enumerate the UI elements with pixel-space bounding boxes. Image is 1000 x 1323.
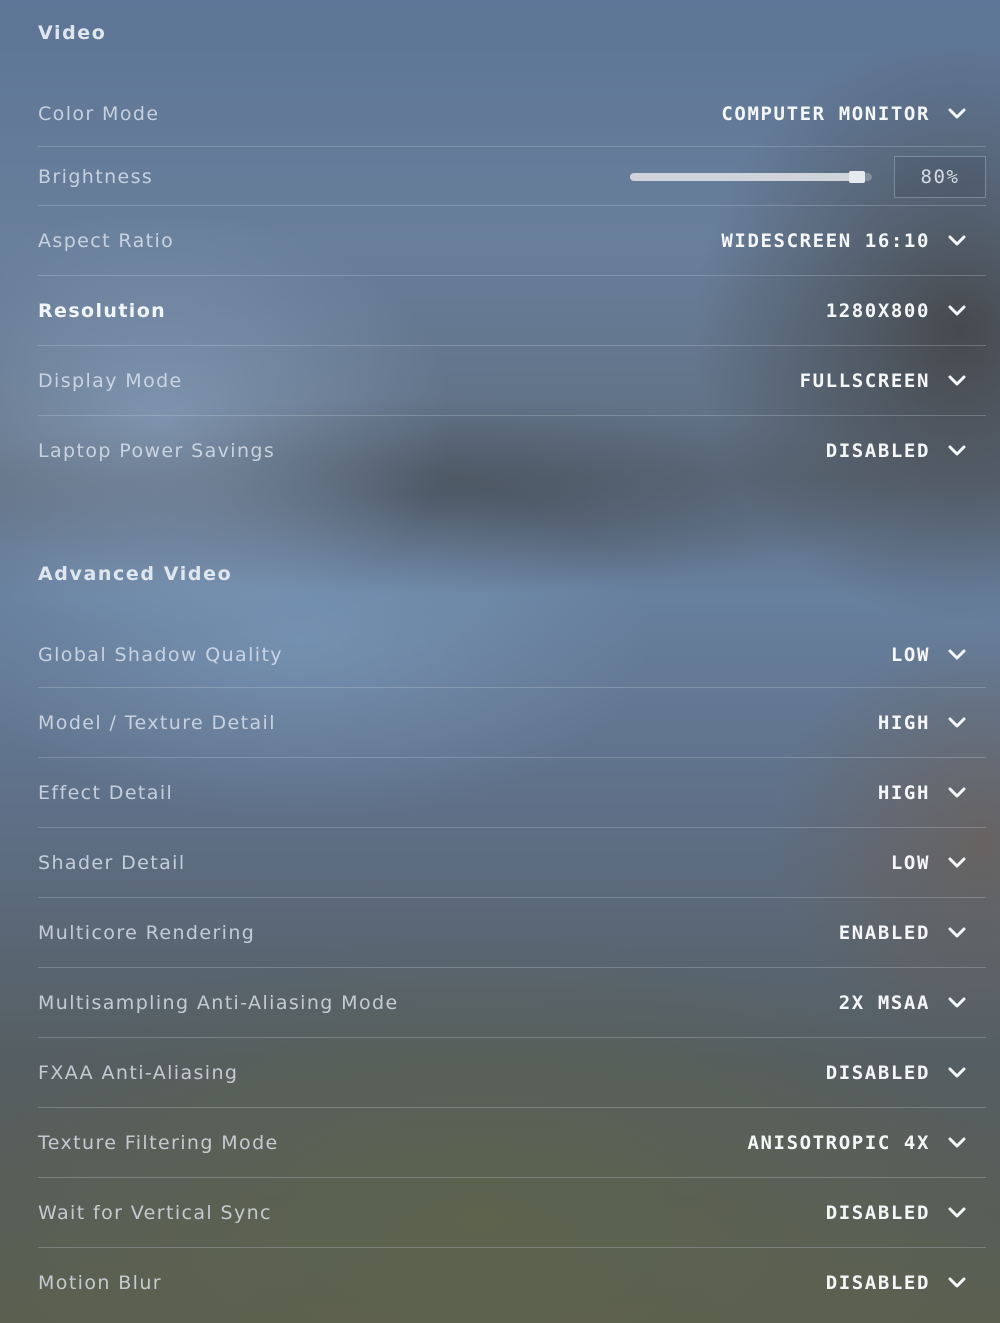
slider-fill bbox=[630, 173, 865, 181]
effect-detail-dropdown[interactable]: HIGH bbox=[878, 782, 986, 804]
setting-label: Multicore Rendering bbox=[38, 922, 256, 944]
vsync-dropdown[interactable]: DISABLED bbox=[826, 1202, 986, 1224]
dropdown-value: WIDESCREEN 16:10 bbox=[721, 230, 930, 252]
setting-label: Color Mode bbox=[38, 103, 160, 125]
section-title-video: Video bbox=[38, 22, 107, 44]
dropdown-value: FULLSCREEN bbox=[799, 370, 930, 392]
setting-label: Shader Detail bbox=[38, 852, 186, 874]
setting-label: Global Shadow Quality bbox=[38, 644, 283, 666]
chevron-down-icon bbox=[948, 108, 966, 119]
setting-row-vsync: Wait for Vertical Sync DISABLED bbox=[38, 1178, 986, 1248]
setting-row-model-texture-detail: Model / Texture Detail HIGH bbox=[38, 688, 986, 758]
setting-row-color-mode: Color Mode COMPUTER MONITOR bbox=[38, 81, 986, 147]
chevron-down-icon bbox=[948, 1137, 966, 1148]
setting-label: Aspect Ratio bbox=[38, 230, 175, 252]
section-title-advanced-video: Advanced Video bbox=[38, 563, 233, 585]
msaa-mode-dropdown[interactable]: 2X MSAA bbox=[839, 992, 986, 1014]
chevron-down-icon bbox=[948, 1067, 966, 1078]
brightness-control: 80% bbox=[630, 156, 986, 198]
setting-label: Wait for Vertical Sync bbox=[38, 1202, 272, 1224]
dropdown-value: DISABLED bbox=[825, 1202, 930, 1224]
fxaa-dropdown[interactable]: DISABLED bbox=[826, 1062, 986, 1084]
setting-row-aspect-ratio: Aspect Ratio WIDESCREEN 16:10 bbox=[38, 206, 986, 276]
setting-row-texture-filtering: Texture Filtering Mode ANISOTROPIC 4X bbox=[38, 1108, 986, 1178]
dropdown-value: DISABLED bbox=[825, 1062, 930, 1084]
setting-label: Laptop Power Savings bbox=[38, 440, 276, 462]
color-mode-dropdown[interactable]: COMPUTER MONITOR bbox=[721, 103, 986, 125]
setting-row-laptop-power-savings: Laptop Power Savings DISABLED bbox=[38, 416, 986, 486]
dropdown-value: COMPUTER MONITOR bbox=[721, 103, 930, 125]
chevron-down-icon bbox=[948, 375, 966, 386]
setting-label: Display Mode bbox=[38, 370, 183, 392]
setting-row-brightness: Brightness 80% bbox=[38, 148, 986, 206]
aspect-ratio-dropdown[interactable]: WIDESCREEN 16:10 bbox=[721, 230, 986, 252]
multicore-rendering-dropdown[interactable]: ENABLED bbox=[839, 922, 986, 944]
dropdown-value: ANISOTROPIC 4X bbox=[747, 1132, 930, 1154]
setting-label: FXAA Anti-Aliasing bbox=[38, 1062, 239, 1084]
dropdown-value: 2X MSAA bbox=[838, 992, 930, 1014]
setting-label: Effect Detail bbox=[38, 782, 174, 804]
setting-row-resolution: Resolution 1280X800 bbox=[38, 276, 986, 346]
motion-blur-dropdown[interactable]: DISABLED bbox=[826, 1272, 986, 1294]
brightness-slider[interactable] bbox=[630, 171, 872, 183]
chevron-down-icon bbox=[948, 649, 966, 660]
setting-label: Resolution bbox=[38, 300, 167, 322]
chevron-down-icon bbox=[948, 857, 966, 868]
chevron-down-icon bbox=[948, 1277, 966, 1288]
chevron-down-icon bbox=[948, 1207, 966, 1218]
dropdown-value: HIGH bbox=[877, 712, 930, 734]
texture-filtering-dropdown[interactable]: ANISOTROPIC 4X bbox=[747, 1132, 986, 1154]
setting-label: Texture Filtering Mode bbox=[38, 1132, 279, 1154]
dropdown-value: LOW bbox=[890, 644, 930, 666]
setting-row-msaa-mode: Multisampling Anti-Aliasing Mode 2X MSAA bbox=[38, 968, 986, 1038]
chevron-down-icon bbox=[948, 927, 966, 938]
model-texture-detail-dropdown[interactable]: HIGH bbox=[878, 712, 986, 734]
setting-row-shader-detail: Shader Detail LOW bbox=[38, 828, 986, 898]
setting-label: Brightness bbox=[38, 166, 154, 188]
chevron-down-icon bbox=[948, 305, 966, 316]
resolution-dropdown[interactable]: 1280X800 bbox=[826, 300, 986, 322]
chevron-down-icon bbox=[948, 235, 966, 246]
dropdown-value: DISABLED bbox=[825, 1272, 930, 1294]
chevron-down-icon bbox=[948, 445, 966, 456]
shader-detail-dropdown[interactable]: LOW bbox=[891, 852, 986, 874]
setting-label: Model / Texture Detail bbox=[38, 712, 276, 734]
display-mode-dropdown[interactable]: FULLSCREEN bbox=[800, 370, 986, 392]
dropdown-value: 1280X800 bbox=[825, 300, 930, 322]
chevron-down-icon bbox=[948, 997, 966, 1008]
dropdown-value: ENABLED bbox=[838, 922, 930, 944]
setting-row-effect-detail: Effect Detail HIGH bbox=[38, 758, 986, 828]
dropdown-value: LOW bbox=[890, 852, 930, 874]
dropdown-value: DISABLED bbox=[825, 440, 930, 462]
setting-row-display-mode: Display Mode FULLSCREEN bbox=[38, 346, 986, 416]
laptop-power-savings-dropdown[interactable]: DISABLED bbox=[826, 440, 986, 462]
global-shadow-quality-dropdown[interactable]: LOW bbox=[891, 644, 986, 666]
setting-row-motion-blur: Motion Blur DISABLED bbox=[38, 1248, 986, 1318]
setting-row-multicore-rendering: Multicore Rendering ENABLED bbox=[38, 898, 986, 968]
slider-thumb[interactable] bbox=[848, 171, 865, 183]
setting-row-global-shadow-quality: Global Shadow Quality LOW bbox=[38, 622, 986, 688]
setting-label: Multisampling Anti-Aliasing Mode bbox=[38, 992, 399, 1014]
dropdown-value: HIGH bbox=[877, 782, 930, 804]
chevron-down-icon bbox=[948, 717, 966, 728]
row-divider bbox=[38, 146, 986, 147]
setting-label: Motion Blur bbox=[38, 1272, 163, 1294]
brightness-value-box[interactable]: 80% bbox=[894, 156, 986, 198]
chevron-down-icon bbox=[948, 787, 966, 798]
setting-row-fxaa: FXAA Anti-Aliasing DISABLED bbox=[38, 1038, 986, 1108]
